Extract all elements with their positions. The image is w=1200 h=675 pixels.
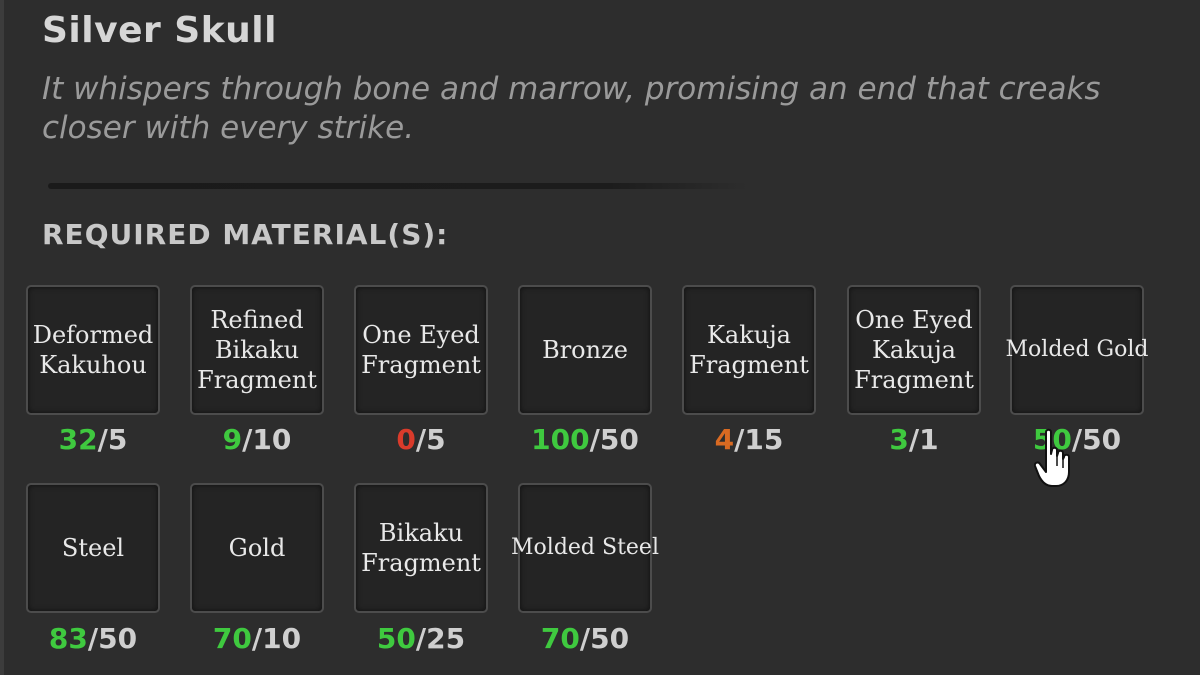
material-slot-gold[interactable]: Gold [190,483,324,613]
material-count: 0/5 [354,423,488,456]
have-count: 3 [889,423,909,456]
material-count: 3/1 [847,423,981,456]
material-count: 50/50 [1010,423,1144,456]
need-count: /1 [908,423,939,456]
material-slot-molded-steel[interactable]: Molded Steel [511,483,659,613]
material-slot-bikaku-fragment[interactable]: Bikaku Fragment [354,483,488,613]
item-description: It whispers through bone and marrow, pro… [42,71,1101,146]
need-count: /5 [97,423,128,456]
material-name: Molded Steel [511,535,659,560]
have-count: 0 [396,423,416,456]
have-count: 100 [531,423,590,456]
have-count: 83 [48,622,88,655]
need-count: /50 [579,622,630,655]
material-slot-steel[interactable]: Steel [26,483,160,613]
need-count: /15 [734,423,784,456]
need-count: /50 [589,423,639,456]
material-name: Deformed Kakuhou [32,321,154,379]
need-count: /10 [242,423,292,456]
need-count: /50 [1071,423,1122,456]
item-tooltip-panel: Silver Skull It whispers through bone an… [0,0,1200,675]
divider [48,183,748,189]
material-count: 32/5 [26,423,160,456]
material-name: Refined Bikaku Fragment [197,306,317,394]
material-name: Bikaku Fragment [361,519,481,577]
material-count: 100/50 [518,423,652,456]
hand-pointer-icon [1034,428,1070,487]
material-slot-bronze[interactable]: Bronze [518,285,652,415]
need-count: /25 [415,622,466,655]
need-count: /5 [415,423,446,456]
material-count: 83/50 [26,622,160,655]
material-name: One Eyed Fragment [361,321,481,379]
item-title: Silver Skull [42,10,277,51]
have-count: 9 [222,423,243,456]
material-count: 4/15 [682,423,816,456]
material-name: Molded Gold [1005,337,1149,362]
material-slot-refined-bikaku-fragment[interactable]: Refined Bikaku Fragment [190,285,324,415]
material-slot-kakuja-fragment[interactable]: Kakuja Fragment [682,285,816,415]
need-count: /50 [87,622,138,655]
material-count: 9/10 [190,423,324,456]
have-count: 70 [212,622,252,655]
material-name: Steel [61,534,125,562]
material-slot-deformed-kakuhou[interactable]: Deformed Kakuhou [26,285,160,415]
material-name: Gold [228,534,286,562]
need-count: /10 [251,622,302,655]
material-name: One Eyed Kakuja Fragment [854,306,974,394]
material-count: 70/50 [518,622,652,655]
material-name: Kakuja Fragment [689,321,809,379]
have-count: 50 [376,622,416,655]
material-count: 70/10 [190,622,324,655]
required-materials-heading: REQUIRED MATERIAL(S): [42,218,449,251]
material-slot-one-eyed-kakuja-fragment[interactable]: One Eyed Kakuja Fragment [847,285,981,415]
have-count: 4 [714,423,735,456]
material-count: 50/25 [354,622,488,655]
material-name: Bronze [542,336,628,364]
material-slot-one-eyed-fragment[interactable]: One Eyed Fragment [354,285,488,415]
have-count: 32 [58,423,98,456]
material-slot-molded-gold[interactable]: Molded Gold [1006,285,1148,415]
have-count: 70 [540,622,580,655]
